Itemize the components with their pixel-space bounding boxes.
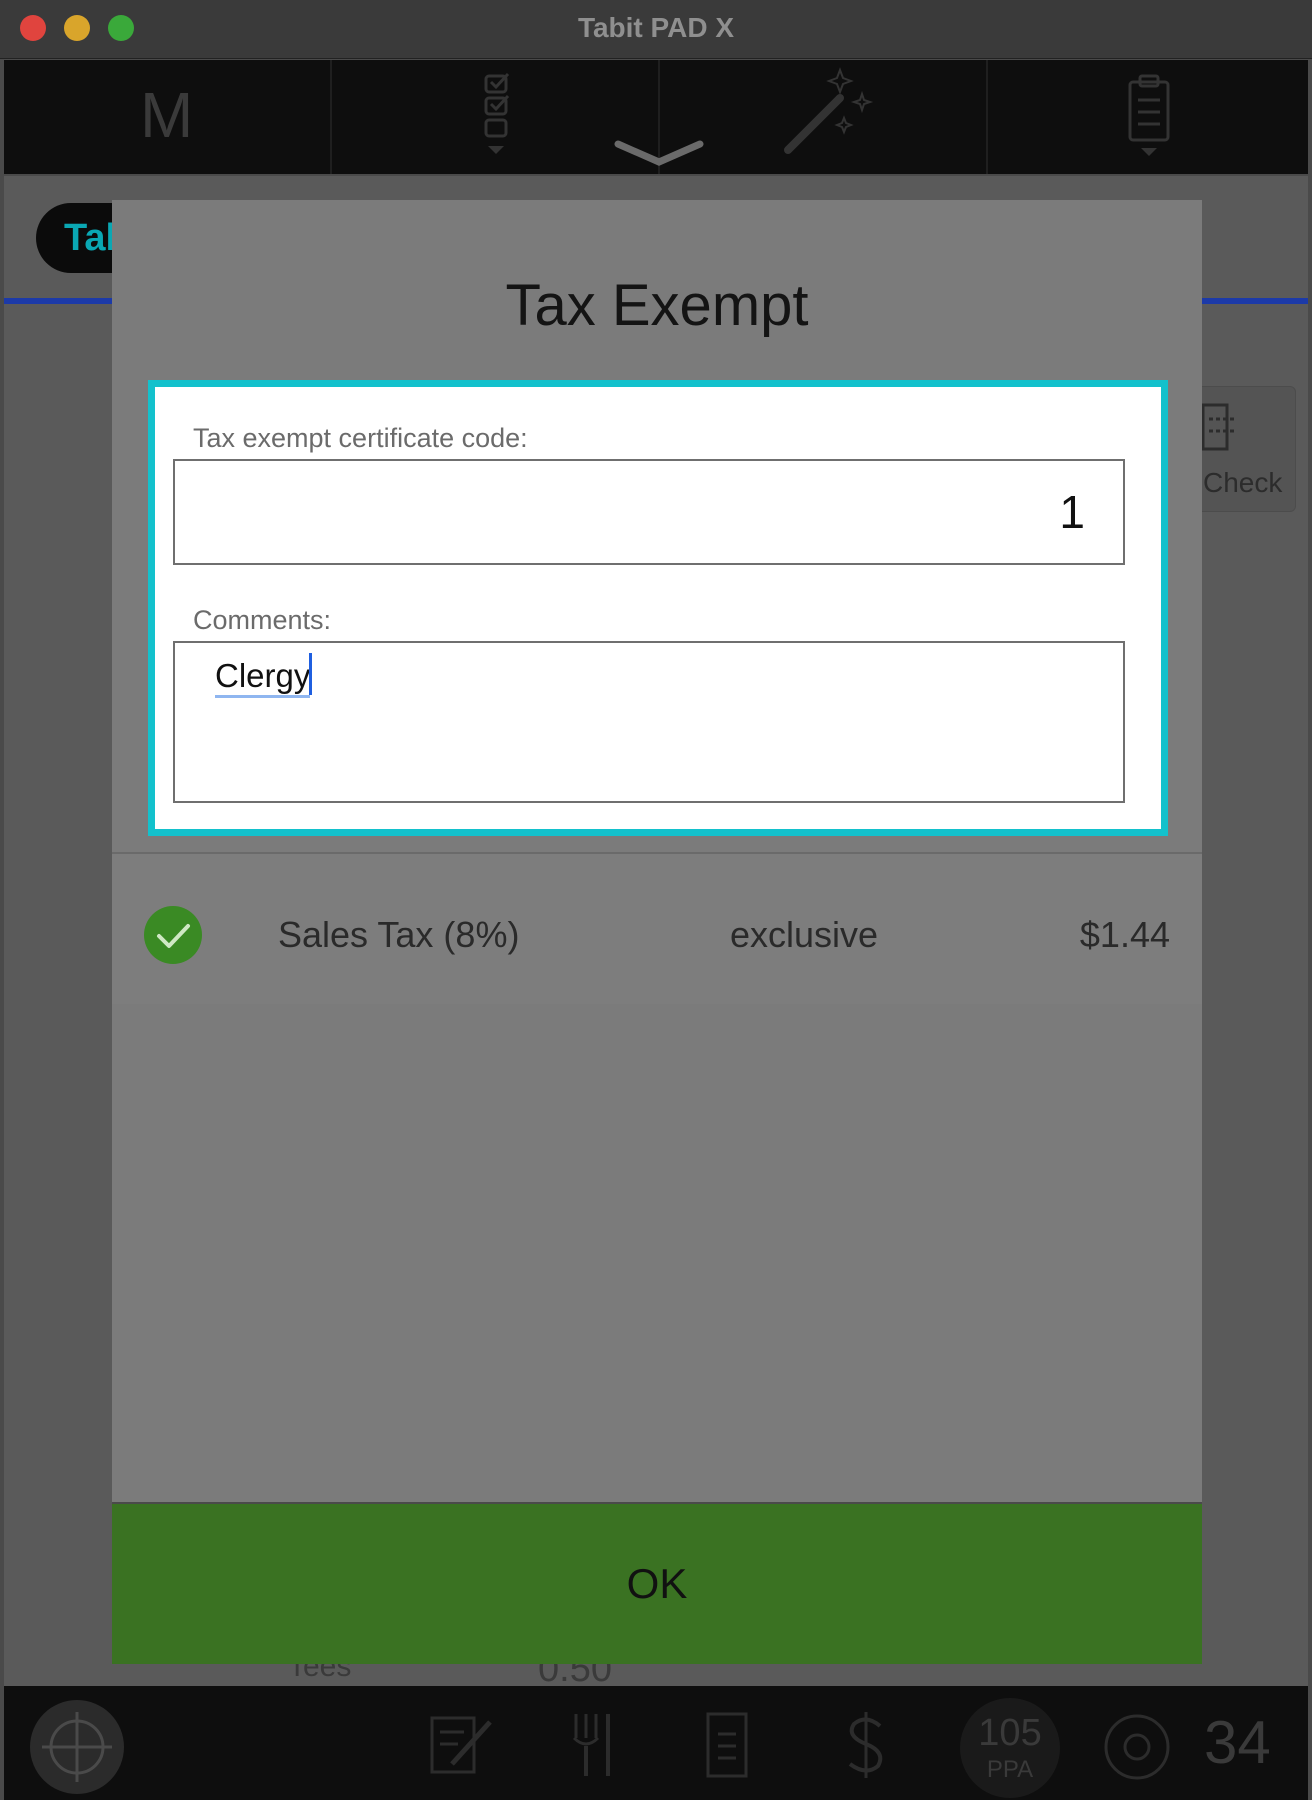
dialog-title: Tax Exempt: [505, 273, 809, 338]
ppa-label: PPA: [986, 1756, 1034, 1783]
text-caret: [309, 653, 312, 695]
target-button[interactable]: [30, 1700, 124, 1794]
edit-order-icon[interactable]: [428, 1712, 496, 1778]
dialog-empty-area: [112, 1004, 1202, 1502]
tax-exempt-dialog: Tax Exempt Tax exempt certificate code: …: [112, 200, 1202, 1664]
magic-wand-icon[interactable]: [782, 66, 876, 158]
certificate-code-label: Tax exempt certificate code:: [193, 423, 528, 453]
window-title: Tabit PAD X: [577, 12, 735, 43]
crosshair-icon: [42, 1712, 112, 1782]
top-toolbar: M: [4, 60, 1308, 174]
clipboard-icon[interactable]: [1124, 72, 1174, 164]
tax-selected-checkbox[interactable]: [144, 906, 202, 964]
checkmark-icon: [157, 924, 190, 948]
receipt-icon[interactable]: [704, 1710, 750, 1780]
bottom-toolbar: 105 PPA 34: [4, 1686, 1308, 1800]
comments-value: Clergy: [215, 657, 311, 698]
tax-exempt-form: Tax exempt certificate code: Comments: C…: [148, 380, 1168, 836]
tax-row[interactable]: Sales Tax (8%) exclusive $1.44: [112, 854, 1202, 1004]
toolbar-divider: [986, 60, 988, 174]
ok-button[interactable]: OK: [112, 1502, 1202, 1664]
toolbar-m-button[interactable]: M: [140, 78, 193, 152]
ppa-indicator[interactable]: 105 PPA: [960, 1698, 1060, 1798]
tax-type: exclusive: [730, 914, 879, 955]
certificate-code-input[interactable]: [173, 459, 1125, 565]
chevron-down-icon[interactable]: [614, 138, 704, 168]
check-button-label: Check: [1203, 467, 1283, 498]
check-receipt-icon: [1201, 403, 1237, 451]
dollar-icon[interactable]: [844, 1710, 888, 1780]
count-indicator: 34: [1204, 1709, 1271, 1776]
comments-textarea[interactable]: Clergy: [173, 641, 1125, 803]
tax-amount: $1.44: [1079, 914, 1170, 955]
toolbar-divider: [330, 60, 332, 174]
fork-icon[interactable]: [566, 1710, 616, 1780]
window-titlebar: Tabit PAD X: [0, 0, 1312, 59]
checklist-icon[interactable]: [478, 72, 520, 164]
ppa-value: 105: [978, 1712, 1042, 1754]
comments-label: Comments:: [193, 605, 332, 635]
circle-target-icon[interactable]: [1102, 1712, 1172, 1782]
tax-name: Sales Tax (8%): [278, 914, 520, 955]
